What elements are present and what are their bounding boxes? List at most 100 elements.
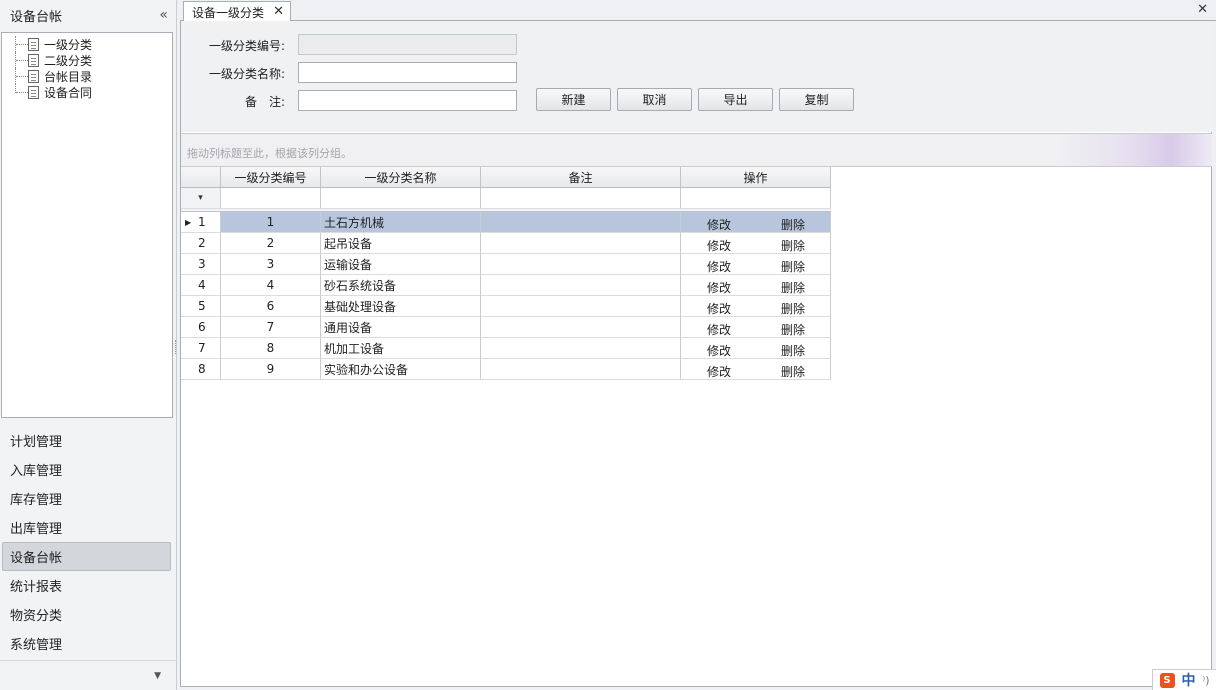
edit-link[interactable]: 修改 [707,258,731,275]
column-header-operation[interactable]: 操作 [681,167,831,188]
edit-link[interactable]: 修改 [707,216,731,233]
cell-note[interactable] [481,275,681,296]
category-code-field[interactable] [298,34,517,55]
row-indicator[interactable]: 4 [181,275,221,296]
table-row[interactable]: 7 8 机加工设备 修改 删除 [181,338,831,359]
delete-link[interactable]: 删除 [781,279,805,296]
cell-note[interactable] [481,338,681,359]
table-row[interactable]: 8 9 实验和办公设备 修改 删除 [181,359,831,380]
table-row[interactable]: 4 4 砂石系统设备 修改 删除 [181,275,831,296]
row-indicator[interactable]: 3 [181,254,221,275]
delete-link[interactable]: 删除 [781,300,805,317]
cell-operation [681,212,831,233]
ime-status-bar[interactable]: S 中 ⁾) [1152,669,1216,690]
ime-mode-indicator[interactable]: 中 [1182,670,1196,690]
filter-cell-code[interactable] [221,188,321,209]
edit-link[interactable]: 修改 [707,300,731,317]
column-header-code[interactable]: 一级分类编号 [221,167,321,188]
row-indicator[interactable]: ▶ 1 [181,212,221,233]
column-header-name[interactable]: 一级分类名称 [321,167,481,188]
cell-note[interactable] [481,296,681,317]
cell-code[interactable]: 6 [221,296,321,317]
edit-link[interactable]: 修改 [707,342,731,359]
row-number: 7 [198,341,206,355]
cell-name[interactable]: 运输设备 [321,254,481,275]
collapse-panel-icon[interactable]: « [159,7,167,23]
note-field[interactable] [298,90,517,111]
category-name-field[interactable] [298,62,517,83]
cell-code[interactable]: 1 [221,212,321,233]
cell-name[interactable]: 机加工设备 [321,338,481,359]
cell-code[interactable]: 9 [221,359,321,380]
panel-splitter-grip[interactable] [172,340,176,354]
window-close-icon[interactable]: ✕ [1197,2,1208,17]
nav-item[interactable]: 入库管理 [0,455,177,484]
delete-link[interactable]: 删除 [781,363,805,380]
filter-cell-name[interactable] [321,188,481,209]
copy-button[interactable]: 复制 [779,88,854,111]
filter-cell-note[interactable] [481,188,681,209]
filter-icon[interactable]: ▾ [181,188,221,209]
table-row[interactable]: 3 3 运输设备 修改 删除 [181,254,831,275]
cell-name[interactable]: 实验和办公设备 [321,359,481,380]
ime-logo-icon[interactable]: S [1159,672,1175,688]
edit-link[interactable]: 修改 [707,279,731,296]
cell-name[interactable]: 砂石系统设备 [321,275,481,296]
cancel-button[interactable]: 取消 [617,88,692,111]
nav-overflow-chevron-icon[interactable]: ▼ [154,671,161,681]
new-button[interactable]: 新建 [536,88,611,111]
delete-link[interactable]: 删除 [781,258,805,275]
delete-link[interactable]: 删除 [781,216,805,233]
nav-item[interactable]: 计划管理 [0,426,177,455]
tree-item[interactable]: 设备合同 [2,84,172,100]
cell-note[interactable] [481,254,681,275]
tree-item[interactable]: 一级分类 [2,36,172,52]
nav-item[interactable]: 出库管理 [0,513,177,542]
tab-close-icon[interactable]: ✕ [273,4,284,19]
edit-link[interactable]: 修改 [707,363,731,380]
cell-name[interactable]: 土石方机械 [321,212,481,233]
group-by-panel[interactable]: 拖动列标题至此，根据该列分组。 [181,133,1212,167]
table-row[interactable]: 6 7 通用设备 修改 删除 [181,317,831,338]
cell-note[interactable] [481,233,681,254]
tree-item[interactable]: 二级分类 [2,52,172,68]
cell-name[interactable]: 通用设备 [321,317,481,338]
tree-connector-line [15,36,28,52]
table-row[interactable]: ▶ 1 1 土石方机械 修改 删除 [181,212,831,233]
row-indicator[interactable]: 2 [181,233,221,254]
table-row[interactable]: 2 2 起吊设备 修改 删除 [181,233,831,254]
nav-item[interactable]: 设备台帐 [2,542,171,571]
filter-cell-operation[interactable] [681,188,831,209]
grid-header-row: 一级分类编号 一级分类名称 备注 操作 [181,167,831,188]
cell-code[interactable]: 8 [221,338,321,359]
nav-item[interactable]: 物资分类 [0,600,177,629]
delete-link[interactable]: 删除 [781,342,805,359]
export-button[interactable]: 导出 [698,88,773,111]
row-indicator[interactable]: 5 [181,296,221,317]
cell-name[interactable]: 基础处理设备 [321,296,481,317]
cell-name[interactable]: 起吊设备 [321,233,481,254]
nav-item[interactable]: 系统管理 [0,629,177,658]
nav-item[interactable]: 统计报表 [0,571,177,600]
ime-options-icon[interactable]: ⁾) [1203,674,1210,687]
column-header-note[interactable]: 备注 [481,167,681,188]
cell-code[interactable]: 2 [221,233,321,254]
row-indicator[interactable]: 6 [181,317,221,338]
tree-item[interactable]: 台帐目录 [2,68,172,84]
table-row[interactable]: 5 6 基础处理设备 修改 删除 [181,296,831,317]
edit-link[interactable]: 修改 [707,321,731,338]
delete-link[interactable]: 删除 [781,237,805,254]
cell-operation [681,338,831,359]
cell-note[interactable] [481,212,681,233]
cell-code[interactable]: 3 [221,254,321,275]
cell-code[interactable]: 4 [221,275,321,296]
cell-code[interactable]: 7 [221,317,321,338]
nav-item[interactable]: 库存管理 [0,484,177,513]
edit-link[interactable]: 修改 [707,237,731,254]
cell-note[interactable] [481,317,681,338]
row-indicator[interactable]: 7 [181,338,221,359]
row-indicator[interactable]: 8 [181,359,221,380]
tab-equipment-level1-category[interactable]: 设备一级分类 ✕ [183,1,291,22]
cell-note[interactable] [481,359,681,380]
delete-link[interactable]: 删除 [781,321,805,338]
